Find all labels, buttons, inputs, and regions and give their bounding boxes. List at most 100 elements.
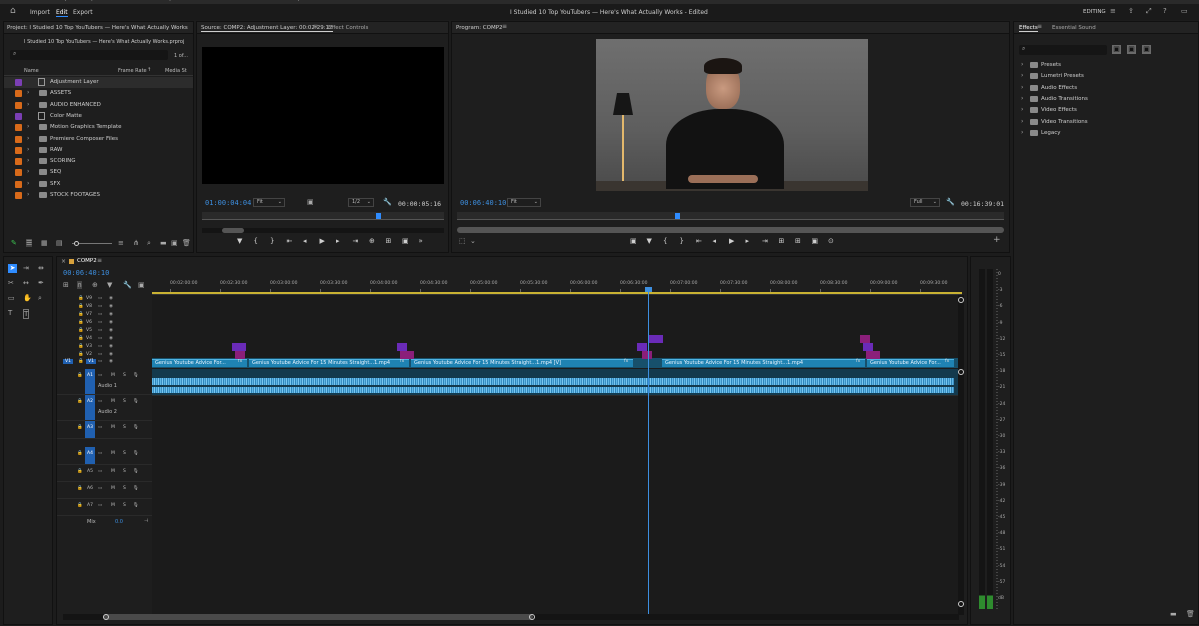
solo-button[interactable]: S	[123, 486, 126, 491]
project-item[interactable]: Color Matte	[4, 111, 193, 122]
expand-chevron-icon[interactable]: ›	[1021, 61, 1023, 68]
add-marker-icon[interactable]: ▼	[647, 237, 652, 245]
label-color-swatch[interactable]	[15, 124, 22, 132]
video-track-header[interactable]: 🔒 V9 ▭ ◉	[57, 295, 152, 303]
mute-button[interactable]: M	[111, 469, 115, 474]
share-icon[interactable]: ⇪	[1128, 7, 1134, 15]
lock-icon[interactable]: 🔒	[77, 451, 83, 456]
video-clip[interactable]: Genius Youtube Advice For...	[867, 359, 954, 367]
lock-icon[interactable]: 🔒	[77, 469, 83, 474]
lock-icon[interactable]: 🔒	[77, 486, 83, 491]
more-icon[interactable]: »	[419, 237, 423, 245]
expand-chevron-icon[interactable]: ›	[27, 157, 29, 164]
project-item[interactable]: › Premiere Composer Files	[4, 134, 193, 145]
mic-icon[interactable]: 🎙	[133, 373, 139, 378]
sync-lock-icon[interactable]: ▭	[98, 373, 102, 378]
find-icon[interactable]: ⌕	[147, 239, 151, 247]
add-button-icon[interactable]: +	[993, 236, 1001, 245]
mute-button[interactable]: M	[111, 373, 115, 378]
mic-icon[interactable]: 🎙	[133, 451, 139, 456]
eye-icon[interactable]: ◉	[109, 359, 113, 364]
audio-track-header[interactable]: 🔒 A6 ▭ M S 🎙	[57, 482, 152, 499]
col-media-start[interactable]: Media St	[165, 68, 187, 74]
extract-icon[interactable]: ⊞	[795, 237, 801, 245]
program-playhead[interactable]	[675, 213, 680, 219]
pen-tool-icon[interactable]: ✒	[38, 279, 44, 287]
freeform-view-icon[interactable]: ▤	[56, 239, 63, 247]
trash-icon[interactable]: 🗑	[182, 239, 191, 247]
program-res-select[interactable]: Full ⌄	[910, 198, 940, 207]
source-mini-ruler[interactable]	[202, 212, 444, 220]
step-back-icon[interactable]: ◂	[713, 237, 717, 245]
zoom-slider[interactable]	[72, 241, 112, 246]
home-icon[interactable]: ⌂	[10, 7, 16, 16]
timeline-playhead-handle[interactable]	[645, 287, 652, 292]
workspaces-icon[interactable]: ≡	[1110, 7, 1116, 15]
adjustment-layer-clip[interactable]	[232, 343, 246, 351]
expand-chevron-icon[interactable]: ›	[27, 123, 29, 130]
solo-button[interactable]: S	[123, 469, 126, 474]
close-icon[interactable]: ×	[61, 258, 66, 266]
menu-item[interactable]: Graphics and Titles	[159, 0, 212, 2]
overwrite-icon[interactable]: ⊞	[386, 237, 392, 245]
adjustment-layer-clip[interactable]	[235, 351, 245, 359]
snap-icon[interactable]: ∩	[77, 281, 83, 289]
program-timecode[interactable]: 00:06:40:10	[460, 199, 506, 207]
sync-lock-icon[interactable]: ▭	[98, 352, 102, 357]
tab-effects[interactable]: Effects	[1019, 25, 1038, 32]
effects-item[interactable]: › Presets	[1014, 60, 1198, 71]
type-tool-icon[interactable]: T	[8, 309, 12, 317]
eye-icon[interactable]: ◉	[109, 336, 113, 341]
source-fit-select[interactable]: Fit ⌄	[253, 198, 285, 207]
play-icon[interactable]: ▶	[320, 237, 325, 245]
tab-essential-sound[interactable]: Essential Sound	[1052, 25, 1096, 31]
expand-chevron-icon[interactable]: ›	[1021, 95, 1023, 102]
icon-view-icon[interactable]: ▦	[41, 239, 48, 247]
label-color-swatch[interactable]	[15, 158, 22, 166]
sync-lock-icon[interactable]: ▭	[98, 312, 102, 317]
solo-button[interactable]: S	[123, 451, 126, 456]
video-track-header[interactable]: 🔒 V6 ▭ ◉	[57, 319, 152, 327]
mix-value[interactable]: 0.0	[115, 519, 123, 525]
go-to-out-icon[interactable]: ⇥	[762, 237, 768, 245]
audio-track-header[interactable]: 🔒 A2 ▭ M S 🎙 Audio 2	[57, 395, 152, 421]
proxy-icon[interactable]: ⊙	[828, 237, 834, 245]
mic-icon[interactable]: 🎙	[133, 503, 139, 508]
label-color-swatch[interactable]	[15, 146, 22, 154]
track-label[interactable]: V8	[86, 304, 92, 309]
track-select-icon[interactable]: ⇥	[23, 264, 29, 272]
expand-chevron-icon[interactable]: ›	[1021, 118, 1023, 125]
yuv-effects-icon[interactable]: ▣	[1142, 45, 1151, 54]
solo-button[interactable]: S	[123, 425, 126, 430]
lock-icon[interactable]: 🔒	[78, 336, 84, 341]
video-track-header[interactable]: 🔒 V3 ▭ ◉	[57, 343, 152, 351]
lock-icon[interactable]: 🔒	[77, 503, 83, 508]
label-color-swatch[interactable]	[15, 79, 22, 86]
track-label[interactable]: V9	[86, 296, 92, 301]
lock-icon[interactable]: 🔒	[77, 399, 83, 404]
col-frame-rate[interactable]: Frame Rate	[118, 68, 147, 74]
sync-lock-icon[interactable]: ▭	[98, 425, 102, 430]
sync-lock-icon[interactable]: ▭	[98, 304, 102, 309]
vertical-scrollbar[interactable]	[958, 295, 964, 615]
slip-tool-icon[interactable]: ↔	[23, 279, 29, 287]
video-track-header[interactable]: V1 🔒 V1 ▭ ◉	[57, 358, 152, 368]
list-view-icon[interactable]: ☰	[26, 239, 33, 247]
sync-lock-icon[interactable]: ▭	[98, 328, 102, 333]
label-color-swatch[interactable]	[15, 192, 22, 199]
track-label[interactable]: A1	[85, 369, 95, 394]
effects-item[interactable]: › Video Transitions	[1014, 117, 1198, 128]
selection-tool-icon[interactable]: ➤	[8, 264, 17, 273]
lock-icon[interactable]: 🔒	[77, 425, 83, 430]
lock-icon[interactable]: 🔒	[78, 352, 84, 357]
menu-item[interactable]: Markers	[123, 0, 145, 2]
add-marker-icon[interactable]: ▼	[107, 281, 112, 289]
lock-icon[interactable]: 🔒	[78, 359, 84, 364]
tab-effect-controls[interactable]: Effect Controls	[328, 25, 368, 31]
sync-lock-icon[interactable]: ▭	[98, 469, 102, 474]
project-item[interactable]: › AUDIO ENHANCED	[4, 100, 193, 111]
menu-item[interactable]: File	[10, 0, 19, 2]
adjustment-layer-clip[interactable]	[397, 343, 407, 351]
sync-lock-icon[interactable]: ▭	[98, 359, 102, 364]
menu-item[interactable]: Edit	[33, 0, 44, 2]
